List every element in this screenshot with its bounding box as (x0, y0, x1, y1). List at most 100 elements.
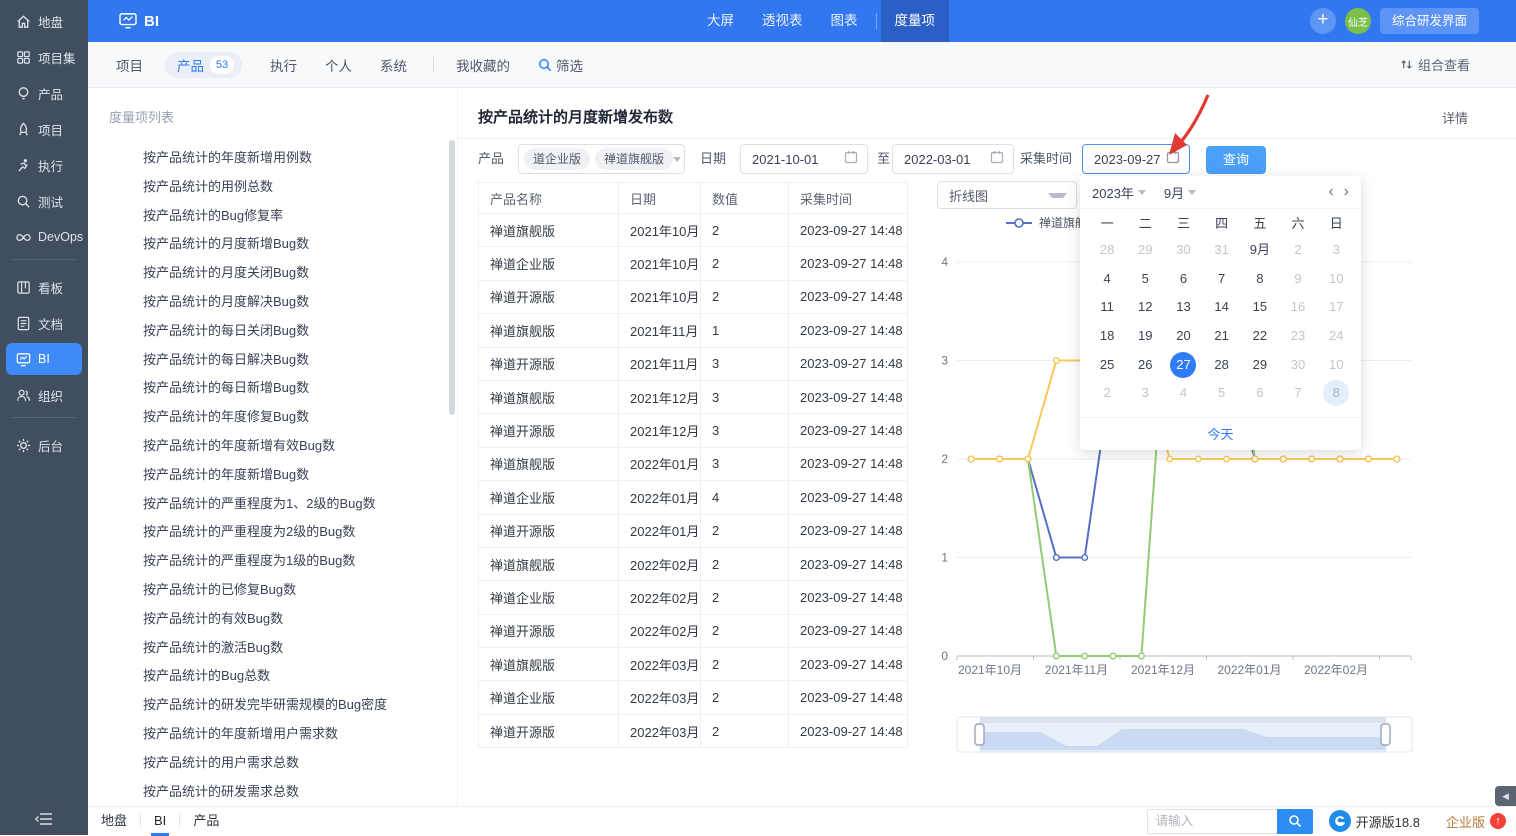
data-point[interactable] (1054, 653, 1060, 659)
measure-list-item[interactable]: 按产品统计的研发完毕研需规模的Bug密度 (143, 695, 387, 715)
measure-list-item[interactable]: 按产品统计的每日解决Bug数 (143, 350, 309, 370)
sidebar-item-admin[interactable]: 后台 (6, 429, 82, 461)
table-row[interactable]: 禅道开源版2022年01月22023-09-27 14:48 (479, 515, 907, 548)
calendar-day[interactable]: 22 (1241, 322, 1279, 351)
table-row[interactable]: 禅道旗舰版2022年01月32023-09-27 14:48 (479, 448, 907, 481)
measure-list-item[interactable]: 按产品统计的激活Bug数 (143, 638, 283, 658)
sidebar-item-kanban[interactable]: 看板 (6, 271, 82, 303)
calendar-day[interactable]: 8 (1241, 265, 1279, 294)
prev-month-button[interactable]: ‹ (1328, 184, 1333, 200)
datazoom-left-handle[interactable] (975, 724, 984, 745)
calendar-day[interactable]: 2 (1279, 236, 1317, 265)
measure-list-item[interactable]: 按产品统计的年度新增有效Bug数 (143, 436, 335, 456)
product-multiselect[interactable]: 道企业版 禅道旗舰版 (518, 144, 685, 174)
product-tag-enterprise[interactable]: 道企业版 (524, 148, 590, 170)
year-select[interactable]: 2023年 (1092, 183, 1146, 202)
calendar-day[interactable]: 12 (1126, 293, 1164, 322)
calendar-day[interactable]: 29 (1126, 236, 1164, 265)
data-point[interactable] (1366, 456, 1372, 462)
upgrade-badge-icon[interactable]: ↑ (1490, 813, 1506, 829)
sidebar-item-home[interactable]: 地盘 (6, 5, 82, 37)
measure-list-item[interactable]: 按产品统计的Bug总数 (143, 666, 270, 686)
subnav-tab-project[interactable]: 项目 (116, 55, 143, 75)
calendar-day[interactable]: 24 (1317, 322, 1355, 351)
measure-list-item[interactable]: 按产品统计的有效Bug数 (143, 609, 283, 629)
data-point[interactable] (1110, 653, 1116, 659)
sidebar-item-execution[interactable]: 执行 (6, 149, 82, 181)
collapse-panel-handle[interactable]: ◀ (1495, 786, 1516, 806)
query-button[interactable]: 查询 (1206, 146, 1266, 174)
calendar-day[interactable]: 6 (1241, 379, 1279, 408)
product-tag-flagship[interactable]: 禅道旗舰版 (595, 148, 673, 170)
calendar-day[interactable]: 19 (1126, 322, 1164, 351)
calendar-day[interactable]: 11 (1088, 293, 1126, 322)
calendar-day[interactable]: 3 (1317, 236, 1355, 265)
calendar-day[interactable]: 28 (1203, 350, 1241, 379)
calendar-day[interactable]: 26 (1126, 350, 1164, 379)
measure-list-item[interactable]: 按产品统计的已修复Bug数 (143, 580, 296, 600)
data-point[interactable] (997, 456, 1003, 462)
data-point[interactable] (1281, 456, 1287, 462)
calendar-day[interactable]: 15 (1241, 293, 1279, 322)
calendar-day[interactable]: 4 (1088, 265, 1126, 294)
table-row[interactable]: 禅道开源版2022年02月22023-09-27 14:48 (479, 615, 907, 648)
combine-view-button[interactable]: 组合查看 (1400, 55, 1470, 74)
today-button[interactable]: 今天 (1080, 417, 1361, 450)
user-avatar[interactable]: 仙芝 (1345, 8, 1371, 34)
calendar-day[interactable]: 28 (1088, 236, 1126, 265)
measure-list-item[interactable]: 按产品统计的每日新增Bug数 (143, 378, 309, 398)
filter-button[interactable]: 筛选 (538, 55, 583, 75)
data-point[interactable] (1082, 555, 1088, 561)
date-to-input[interactable]: 2022-03-01 (892, 144, 1014, 174)
sidebar-collapse-button[interactable] (24, 808, 64, 830)
datazoom-right-handle[interactable] (1381, 724, 1390, 745)
data-point[interactable] (1054, 358, 1060, 364)
calendar-day[interactable]: 6 (1164, 265, 1202, 294)
data-point[interactable] (1224, 456, 1230, 462)
measure-list-item[interactable]: 按产品统计的用例总数 (143, 177, 273, 197)
calendar-day[interactable]: 13 (1164, 293, 1202, 322)
measure-list-item[interactable]: 按产品统计的用户需求总数 (143, 753, 299, 773)
table-row[interactable]: 禅道企业版2021年10月22023-09-27 14:48 (479, 247, 907, 280)
table-row[interactable]: 禅道旗舰版2021年10月22023-09-27 14:48 (479, 214, 907, 247)
sidebar-item-qa[interactable]: 测试 (6, 185, 82, 217)
measure-list-item[interactable]: 按产品统计的年度新增用例数 (143, 148, 312, 168)
nav-item-pivot[interactable]: 透视表 (748, 0, 817, 42)
sidebar-item-program[interactable]: 项目集 (6, 41, 82, 73)
footer-tab-product[interactable]: 产品 (180, 807, 232, 836)
data-point[interactable] (1054, 555, 1060, 561)
favorite-star-icon[interactable]: ☆ (659, 105, 672, 123)
data-point[interactable] (1167, 456, 1173, 462)
data-point[interactable] (1139, 653, 1145, 659)
date-from-input[interactable]: 2021-10-01 (740, 144, 868, 174)
data-point[interactable] (1025, 456, 1031, 462)
measure-list-item[interactable]: 按产品统计的月度解决Bug数 (143, 292, 309, 312)
table-row[interactable]: 禅道旗舰版2022年02月22023-09-27 14:48 (479, 548, 907, 581)
table-row[interactable]: 禅道开源版2022年03月22023-09-27 14:48 (479, 715, 907, 748)
measure-list-item[interactable]: 按产品统计的严重程度为1级的Bug数 (143, 551, 355, 571)
table-row[interactable]: 禅道旗舰版2021年11月12023-09-27 14:48 (479, 314, 907, 347)
calendar-day[interactable]: 30 (1279, 350, 1317, 379)
calendar-day[interactable]: 16 (1279, 293, 1317, 322)
calendar-day[interactable]: 7 (1279, 379, 1317, 408)
calendar-day[interactable]: 31 (1203, 236, 1241, 265)
calendar-day-selected[interactable]: 27 (1164, 350, 1202, 379)
table-row[interactable]: 禅道开源版2021年12月32023-09-27 14:48 (479, 414, 907, 447)
calendar-day[interactable]: 9月 (1241, 236, 1279, 265)
footer-tab-bi[interactable]: BI (141, 807, 179, 836)
calendar-day[interactable]: 10月 (1317, 350, 1355, 379)
next-month-button[interactable]: › (1344, 184, 1349, 200)
calendar-day[interactable]: 25 (1088, 350, 1126, 379)
data-point[interactable] (1309, 456, 1315, 462)
calendar-day[interactable]: 8 (1317, 379, 1355, 408)
subnav-tab-personal[interactable]: 个人 (325, 55, 352, 75)
sidebar-item-devops[interactable]: DevOps (6, 221, 82, 253)
calendar-day[interactable]: 3 (1126, 379, 1164, 408)
data-point[interactable] (968, 456, 974, 462)
calendar-day[interactable]: 9 (1279, 265, 1317, 294)
calendar-day[interactable]: 14 (1203, 293, 1241, 322)
measure-list-item[interactable]: 按产品统计的年度修复Bug数 (143, 407, 309, 427)
calendar-day[interactable]: 18 (1088, 322, 1126, 351)
measure-list-item[interactable]: 按产品统计的严重程度为1、2级的Bug数 (143, 494, 376, 514)
sidebar-item-bi[interactable]: BI (6, 343, 82, 375)
